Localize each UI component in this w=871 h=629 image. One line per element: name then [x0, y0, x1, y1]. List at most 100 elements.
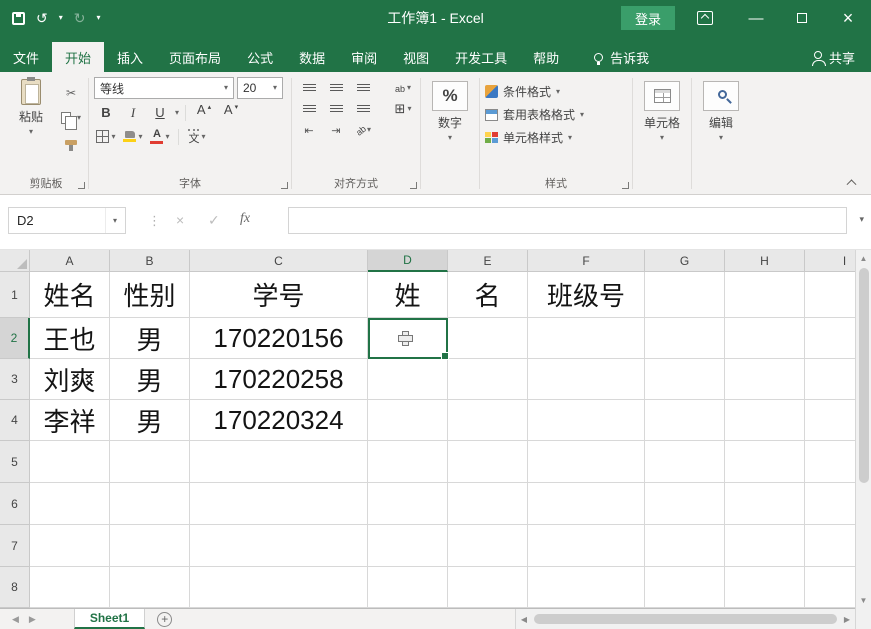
collapse-ribbon-icon[interactable]	[841, 175, 861, 188]
row-header-1[interactable]: 1	[0, 272, 30, 318]
format-as-table-button[interactable]: 套用表格格式 ▾	[485, 103, 627, 126]
cell-G6[interactable]	[645, 483, 725, 525]
cell-F7[interactable]	[528, 525, 645, 567]
save-icon[interactable]	[12, 12, 25, 25]
ribbon-group-number[interactable]: % 数字 ▾	[421, 75, 479, 194]
cell-F3[interactable]	[528, 359, 645, 400]
cell-C1[interactable]: 学号	[190, 272, 368, 318]
sheet-nav-left-icon[interactable]: ◀	[12, 614, 19, 625]
cell-H4[interactable]	[725, 400, 805, 441]
copy-button[interactable]: ▾	[59, 107, 83, 128]
merge-center-button[interactable]: ▾	[391, 98, 415, 119]
cell-D3[interactable]	[368, 359, 448, 400]
tab-data[interactable]: 数据	[286, 42, 338, 72]
cell-D5[interactable]	[368, 441, 448, 483]
select-all-corner[interactable]	[0, 250, 30, 272]
cell-D7[interactable]	[368, 525, 448, 567]
tab-insert[interactable]: 插入	[104, 42, 156, 72]
ribbon-group-cells[interactable]: 单元格 ▾	[633, 75, 691, 194]
column-header-G[interactable]: G	[645, 250, 725, 272]
cell-G5[interactable]	[645, 441, 725, 483]
row-header-8[interactable]: 8	[0, 567, 30, 608]
middle-align-button[interactable]	[324, 77, 348, 98]
column-header-A[interactable]: A	[30, 250, 110, 272]
decrease-font-size-button[interactable]: A	[219, 102, 243, 123]
cell-H6[interactable]	[725, 483, 805, 525]
cell-D8[interactable]	[368, 567, 448, 608]
borders-button[interactable]: ▾	[94, 126, 118, 147]
cell-C3[interactable]: 170220258	[190, 359, 368, 400]
conditional-formatting-button[interactable]: 条件格式 ▾	[485, 80, 627, 103]
increase-indent-button[interactable]	[324, 119, 348, 140]
cell-B4[interactable]: 男	[110, 400, 190, 441]
horizontal-scrollbar[interactable]: ◀ ▶	[515, 609, 855, 629]
cell-I4[interactable]	[805, 400, 855, 441]
insert-function-button[interactable]: fx	[240, 211, 250, 227]
cell-A5[interactable]	[30, 441, 110, 483]
font-name-select[interactable]: 等线 ▾	[94, 77, 234, 99]
tab-view[interactable]: 视图	[390, 42, 442, 72]
cell-C4[interactable]: 170220324	[190, 400, 368, 441]
cell-I6[interactable]	[805, 483, 855, 525]
bold-button[interactable]: B	[94, 102, 118, 123]
maximize-button[interactable]	[779, 0, 825, 36]
row-header-5[interactable]: 5	[0, 441, 30, 483]
cell-C6[interactable]	[190, 483, 368, 525]
cell-A2[interactable]: 王也	[30, 318, 110, 359]
orientation-button[interactable]: ▾	[351, 119, 375, 140]
cell-E4[interactable]	[448, 400, 528, 441]
cell-B1[interactable]: 性别	[110, 272, 190, 318]
sign-in-button[interactable]: 登录	[621, 6, 675, 30]
column-header-C[interactable]: C	[190, 250, 368, 272]
column-header-I[interactable]: I	[805, 250, 855, 272]
paste-button[interactable]: 粘贴 ▾	[9, 79, 53, 153]
cell-A7[interactable]	[30, 525, 110, 567]
cell-H5[interactable]	[725, 441, 805, 483]
cell-C8[interactable]	[190, 567, 368, 608]
vertical-scrollbar[interactable]: ▲ ▼	[855, 250, 871, 608]
font-color-button[interactable]: A▾	[148, 126, 172, 147]
sheet-nav-right-icon[interactable]: ▶	[29, 614, 36, 625]
cell-A4[interactable]: 李祥	[30, 400, 110, 441]
dialog-launcher-icon[interactable]	[409, 181, 418, 190]
ribbon-group-editing[interactable]: 编辑 ▾	[692, 75, 750, 194]
scroll-left-icon[interactable]: ◀	[516, 615, 532, 624]
cell-G1[interactable]	[645, 272, 725, 318]
font-size-select[interactable]: 20 ▾	[237, 77, 283, 99]
cell-I3[interactable]	[805, 359, 855, 400]
decrease-indent-button[interactable]	[297, 119, 321, 140]
cell-E8[interactable]	[448, 567, 528, 608]
dialog-launcher-icon[interactable]	[280, 181, 289, 190]
cell-G3[interactable]	[645, 359, 725, 400]
format-painter-button[interactable]	[59, 132, 83, 153]
minimize-button[interactable]: —	[733, 0, 779, 36]
underline-button[interactable]: U	[148, 102, 172, 123]
cell-E5[interactable]	[448, 441, 528, 483]
cell-I1[interactable]	[805, 272, 855, 318]
cell-G8[interactable]	[645, 567, 725, 608]
cell-H1[interactable]	[725, 272, 805, 318]
tab-file[interactable]: 文件	[0, 42, 52, 72]
cell-E2[interactable]	[448, 318, 528, 359]
close-button[interactable]: ×	[825, 0, 871, 36]
undo-icon[interactable]: ↺	[36, 11, 48, 25]
cell-E6[interactable]	[448, 483, 528, 525]
dialog-launcher-icon[interactable]	[621, 181, 630, 190]
undo-caret-icon[interactable]: ▾	[59, 14, 63, 22]
align-center-button[interactable]	[324, 98, 348, 119]
row-header-6[interactable]: 6	[0, 483, 30, 525]
cell-B8[interactable]	[110, 567, 190, 608]
cell-I7[interactable]	[805, 525, 855, 567]
column-header-E[interactable]: E	[448, 250, 528, 272]
cell-D1[interactable]: 姓	[368, 272, 448, 318]
cell-D6[interactable]	[368, 483, 448, 525]
italic-button[interactable]: I	[121, 102, 145, 123]
cell-D4[interactable]	[368, 400, 448, 441]
column-header-H[interactable]: H	[725, 250, 805, 272]
cell-I8[interactable]	[805, 567, 855, 608]
fill-color-button[interactable]: ▾	[121, 126, 145, 147]
align-right-button[interactable]	[351, 98, 375, 119]
cell-A3[interactable]: 刘爽	[30, 359, 110, 400]
row-header-3[interactable]: 3	[0, 359, 30, 400]
cell-G7[interactable]	[645, 525, 725, 567]
